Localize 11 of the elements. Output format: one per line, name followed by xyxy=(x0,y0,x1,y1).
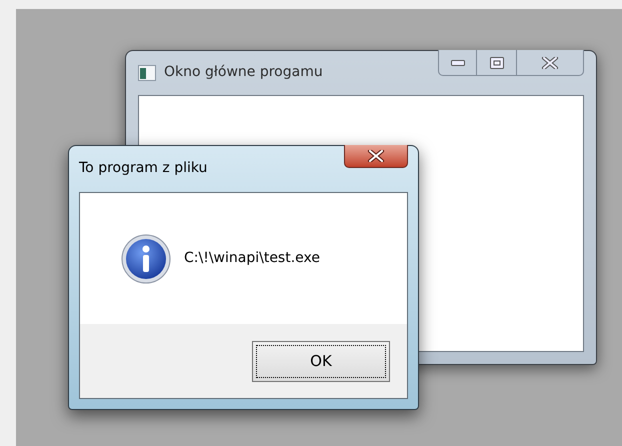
dialog-title: To program z pliku xyxy=(79,159,208,178)
close-icon xyxy=(367,150,385,162)
ok-button[interactable]: OK xyxy=(252,340,390,382)
close-icon xyxy=(541,56,559,68)
window-title: Okno główne progamu xyxy=(164,63,323,82)
minimize-icon xyxy=(450,60,464,66)
maximize-icon xyxy=(490,56,504,68)
window-icon xyxy=(138,64,156,80)
message-text: C:\!\winapi\test.exe xyxy=(184,249,320,268)
information-icon xyxy=(120,232,172,284)
close-button[interactable] xyxy=(344,145,408,168)
